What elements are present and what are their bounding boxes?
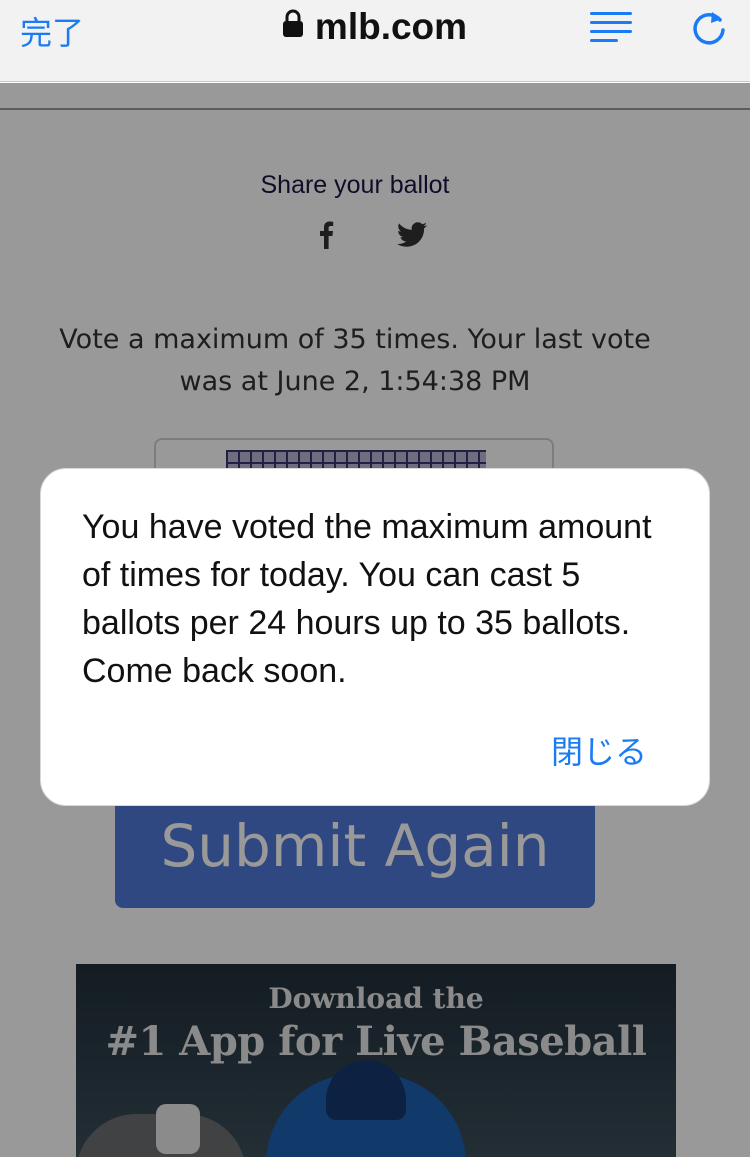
browser-toolbar: 完了 mlb.com xyxy=(0,0,750,82)
lock-icon xyxy=(282,9,303,37)
url-bar[interactable]: mlb.com xyxy=(0,6,750,48)
url-text: mlb.com xyxy=(314,6,468,47)
reader-icon[interactable] xyxy=(590,12,634,42)
alert-message: You have voted the maximum amount of tim… xyxy=(82,508,652,690)
reload-icon[interactable] xyxy=(690,8,728,48)
alert-dialog: You have voted the maximum amount of tim… xyxy=(40,468,710,806)
alert-close-button[interactable]: 閉じる xyxy=(551,727,647,773)
